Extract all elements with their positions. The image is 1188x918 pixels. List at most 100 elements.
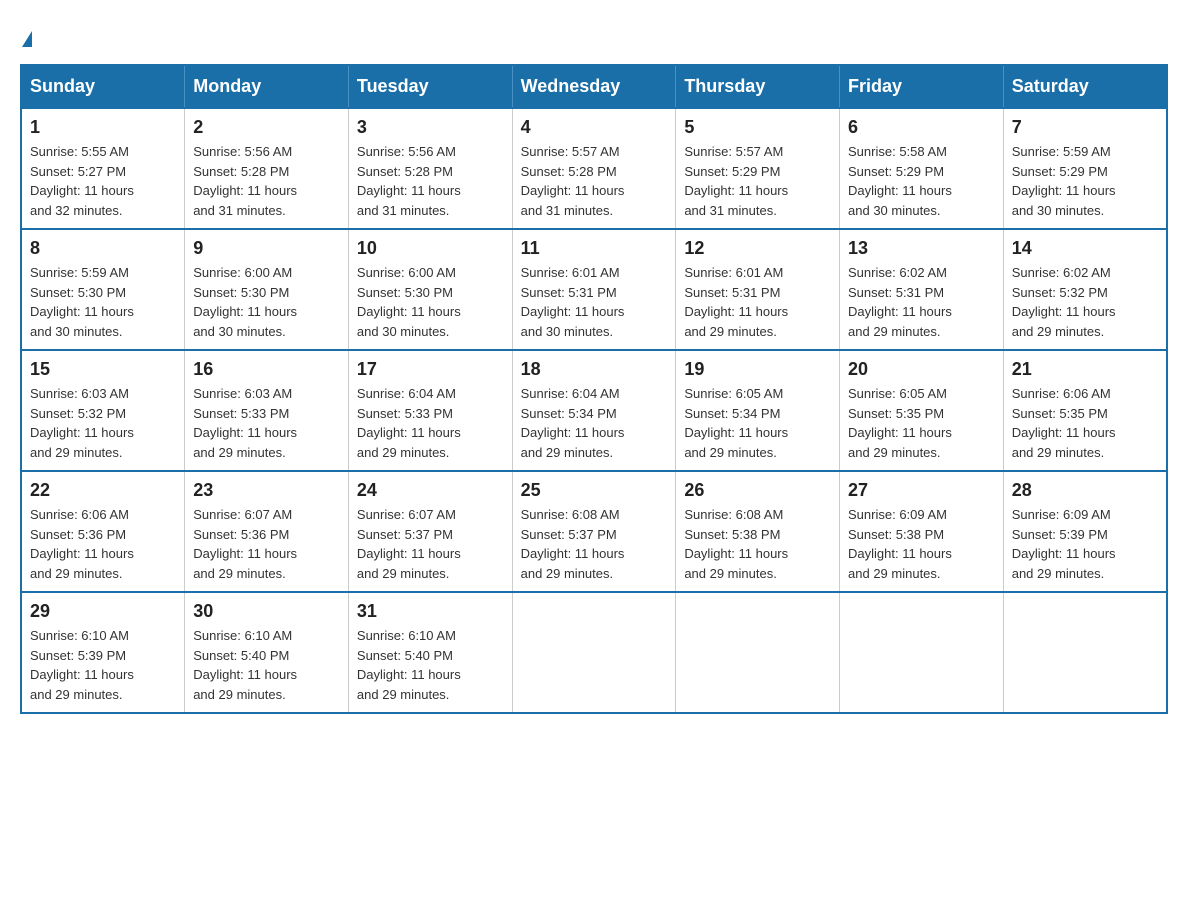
day-info: Sunrise: 5:59 AM Sunset: 5:29 PM Dayligh… xyxy=(1012,142,1158,220)
calendar-cell: 26 Sunrise: 6:08 AM Sunset: 5:38 PM Dayl… xyxy=(676,471,840,592)
calendar-cell: 13 Sunrise: 6:02 AM Sunset: 5:31 PM Dayl… xyxy=(840,229,1004,350)
calendar-cell xyxy=(676,592,840,713)
day-number: 14 xyxy=(1012,238,1158,259)
day-info: Sunrise: 6:04 AM Sunset: 5:34 PM Dayligh… xyxy=(521,384,668,462)
day-info: Sunrise: 6:08 AM Sunset: 5:38 PM Dayligh… xyxy=(684,505,831,583)
day-number: 6 xyxy=(848,117,995,138)
day-number: 3 xyxy=(357,117,504,138)
day-info: Sunrise: 5:59 AM Sunset: 5:30 PM Dayligh… xyxy=(30,263,176,341)
day-header-wednesday: Wednesday xyxy=(512,65,676,108)
calendar-cell: 19 Sunrise: 6:05 AM Sunset: 5:34 PM Dayl… xyxy=(676,350,840,471)
day-number: 21 xyxy=(1012,359,1158,380)
day-number: 25 xyxy=(521,480,668,501)
day-number: 4 xyxy=(521,117,668,138)
day-info: Sunrise: 6:10 AM Sunset: 5:39 PM Dayligh… xyxy=(30,626,176,704)
day-number: 28 xyxy=(1012,480,1158,501)
day-info: Sunrise: 6:10 AM Sunset: 5:40 PM Dayligh… xyxy=(193,626,340,704)
week-row-3: 15 Sunrise: 6:03 AM Sunset: 5:32 PM Dayl… xyxy=(21,350,1167,471)
calendar-cell: 5 Sunrise: 5:57 AM Sunset: 5:29 PM Dayli… xyxy=(676,108,840,229)
day-number: 15 xyxy=(30,359,176,380)
day-number: 13 xyxy=(848,238,995,259)
day-number: 19 xyxy=(684,359,831,380)
calendar-cell: 15 Sunrise: 6:03 AM Sunset: 5:32 PM Dayl… xyxy=(21,350,185,471)
day-info: Sunrise: 5:55 AM Sunset: 5:27 PM Dayligh… xyxy=(30,142,176,220)
calendar-cell: 16 Sunrise: 6:03 AM Sunset: 5:33 PM Dayl… xyxy=(185,350,349,471)
calendar-cell: 7 Sunrise: 5:59 AM Sunset: 5:29 PM Dayli… xyxy=(1003,108,1167,229)
day-info: Sunrise: 6:05 AM Sunset: 5:34 PM Dayligh… xyxy=(684,384,831,462)
day-number: 20 xyxy=(848,359,995,380)
page-header xyxy=(20,20,1168,48)
calendar-cell: 30 Sunrise: 6:10 AM Sunset: 5:40 PM Dayl… xyxy=(185,592,349,713)
logo-general-line xyxy=(20,20,32,48)
logo-triangle-icon xyxy=(22,31,32,47)
calendar-cell: 6 Sunrise: 5:58 AM Sunset: 5:29 PM Dayli… xyxy=(840,108,1004,229)
day-number: 30 xyxy=(193,601,340,622)
week-row-4: 22 Sunrise: 6:06 AM Sunset: 5:36 PM Dayl… xyxy=(21,471,1167,592)
calendar-cell: 24 Sunrise: 6:07 AM Sunset: 5:37 PM Dayl… xyxy=(348,471,512,592)
day-number: 9 xyxy=(193,238,340,259)
calendar-cell: 18 Sunrise: 6:04 AM Sunset: 5:34 PM Dayl… xyxy=(512,350,676,471)
calendar-cell: 11 Sunrise: 6:01 AM Sunset: 5:31 PM Dayl… xyxy=(512,229,676,350)
calendar-cell: 29 Sunrise: 6:10 AM Sunset: 5:39 PM Dayl… xyxy=(21,592,185,713)
calendar-cell: 25 Sunrise: 6:08 AM Sunset: 5:37 PM Dayl… xyxy=(512,471,676,592)
calendar-cell: 14 Sunrise: 6:02 AM Sunset: 5:32 PM Dayl… xyxy=(1003,229,1167,350)
day-number: 31 xyxy=(357,601,504,622)
day-info: Sunrise: 6:07 AM Sunset: 5:36 PM Dayligh… xyxy=(193,505,340,583)
calendar-cell: 31 Sunrise: 6:10 AM Sunset: 5:40 PM Dayl… xyxy=(348,592,512,713)
calendar-table: SundayMondayTuesdayWednesdayThursdayFrid… xyxy=(20,64,1168,714)
calendar-cell: 28 Sunrise: 6:09 AM Sunset: 5:39 PM Dayl… xyxy=(1003,471,1167,592)
day-number: 26 xyxy=(684,480,831,501)
calendar-cell xyxy=(840,592,1004,713)
logo xyxy=(20,20,32,48)
day-info: Sunrise: 6:03 AM Sunset: 5:33 PM Dayligh… xyxy=(193,384,340,462)
day-info: Sunrise: 6:05 AM Sunset: 5:35 PM Dayligh… xyxy=(848,384,995,462)
calendar-cell xyxy=(1003,592,1167,713)
day-header-monday: Monday xyxy=(185,65,349,108)
day-number: 5 xyxy=(684,117,831,138)
day-info: Sunrise: 6:01 AM Sunset: 5:31 PM Dayligh… xyxy=(521,263,668,341)
day-info: Sunrise: 5:57 AM Sunset: 5:29 PM Dayligh… xyxy=(684,142,831,220)
week-row-1: 1 Sunrise: 5:55 AM Sunset: 5:27 PM Dayli… xyxy=(21,108,1167,229)
day-info: Sunrise: 6:06 AM Sunset: 5:36 PM Dayligh… xyxy=(30,505,176,583)
day-header-sunday: Sunday xyxy=(21,65,185,108)
day-info: Sunrise: 6:03 AM Sunset: 5:32 PM Dayligh… xyxy=(30,384,176,462)
day-info: Sunrise: 6:00 AM Sunset: 5:30 PM Dayligh… xyxy=(357,263,504,341)
day-header-saturday: Saturday xyxy=(1003,65,1167,108)
calendar-cell: 3 Sunrise: 5:56 AM Sunset: 5:28 PM Dayli… xyxy=(348,108,512,229)
day-number: 27 xyxy=(848,480,995,501)
calendar-cell: 21 Sunrise: 6:06 AM Sunset: 5:35 PM Dayl… xyxy=(1003,350,1167,471)
calendar-cell: 1 Sunrise: 5:55 AM Sunset: 5:27 PM Dayli… xyxy=(21,108,185,229)
calendar-cell: 17 Sunrise: 6:04 AM Sunset: 5:33 PM Dayl… xyxy=(348,350,512,471)
calendar-cell: 12 Sunrise: 6:01 AM Sunset: 5:31 PM Dayl… xyxy=(676,229,840,350)
day-number: 16 xyxy=(193,359,340,380)
day-info: Sunrise: 6:10 AM Sunset: 5:40 PM Dayligh… xyxy=(357,626,504,704)
day-info: Sunrise: 5:56 AM Sunset: 5:28 PM Dayligh… xyxy=(357,142,504,220)
day-info: Sunrise: 6:07 AM Sunset: 5:37 PM Dayligh… xyxy=(357,505,504,583)
day-info: Sunrise: 6:04 AM Sunset: 5:33 PM Dayligh… xyxy=(357,384,504,462)
day-info: Sunrise: 6:06 AM Sunset: 5:35 PM Dayligh… xyxy=(1012,384,1158,462)
day-number: 17 xyxy=(357,359,504,380)
calendar-cell: 9 Sunrise: 6:00 AM Sunset: 5:30 PM Dayli… xyxy=(185,229,349,350)
day-number: 11 xyxy=(521,238,668,259)
day-number: 12 xyxy=(684,238,831,259)
day-info: Sunrise: 6:02 AM Sunset: 5:32 PM Dayligh… xyxy=(1012,263,1158,341)
calendar-cell: 23 Sunrise: 6:07 AM Sunset: 5:36 PM Dayl… xyxy=(185,471,349,592)
calendar-cell: 10 Sunrise: 6:00 AM Sunset: 5:30 PM Dayl… xyxy=(348,229,512,350)
calendar-cell: 27 Sunrise: 6:09 AM Sunset: 5:38 PM Dayl… xyxy=(840,471,1004,592)
day-number: 29 xyxy=(30,601,176,622)
calendar-cell: 22 Sunrise: 6:06 AM Sunset: 5:36 PM Dayl… xyxy=(21,471,185,592)
day-number: 18 xyxy=(521,359,668,380)
day-info: Sunrise: 5:58 AM Sunset: 5:29 PM Dayligh… xyxy=(848,142,995,220)
day-info: Sunrise: 6:09 AM Sunset: 5:39 PM Dayligh… xyxy=(1012,505,1158,583)
day-number: 10 xyxy=(357,238,504,259)
day-info: Sunrise: 6:02 AM Sunset: 5:31 PM Dayligh… xyxy=(848,263,995,341)
day-info: Sunrise: 6:09 AM Sunset: 5:38 PM Dayligh… xyxy=(848,505,995,583)
calendar-header-row: SundayMondayTuesdayWednesdayThursdayFrid… xyxy=(21,65,1167,108)
calendar-cell: 8 Sunrise: 5:59 AM Sunset: 5:30 PM Dayli… xyxy=(21,229,185,350)
calendar-cell: 4 Sunrise: 5:57 AM Sunset: 5:28 PM Dayli… xyxy=(512,108,676,229)
day-info: Sunrise: 5:57 AM Sunset: 5:28 PM Dayligh… xyxy=(521,142,668,220)
calendar-cell xyxy=(512,592,676,713)
day-header-thursday: Thursday xyxy=(676,65,840,108)
day-number: 2 xyxy=(193,117,340,138)
day-info: Sunrise: 5:56 AM Sunset: 5:28 PM Dayligh… xyxy=(193,142,340,220)
